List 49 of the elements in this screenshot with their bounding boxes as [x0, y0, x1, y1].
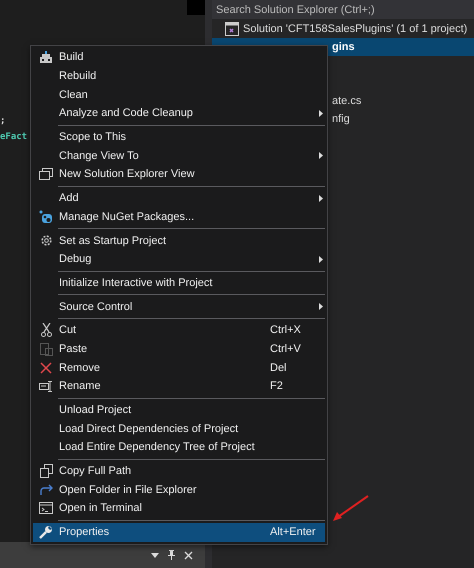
menu-item[interactable]: Unload Project [33, 400, 325, 420]
menu-item[interactable]: Manage NuGet Packages... [33, 208, 325, 226]
code-text: ; [0, 115, 6, 128]
shortcut-text: Del [270, 362, 287, 374]
build-icon [39, 50, 53, 64]
clipboard-icon [40, 342, 52, 356]
gear-icon [40, 234, 52, 248]
pin-icon[interactable] [168, 550, 175, 560]
rename-icon [39, 380, 53, 392]
menu-item[interactable]: Load Entire Dependency Tree of Project [33, 438, 325, 457]
menu-item[interactable]: Copy Full Path [33, 462, 325, 480]
search-field[interactable]: Search Solution Explorer (Ctrl+;) [212, 0, 474, 19]
menu-item[interactable]: Open in Terminal [33, 499, 325, 518]
delete-icon [40, 362, 52, 374]
menu-item[interactable]: Debug [33, 250, 325, 269]
terminal-icon [39, 502, 53, 514]
menu-item[interactable]: Initialize Interactive with Project [33, 274, 325, 292]
menu-item[interactable]: Cut Ctrl+X [33, 320, 325, 340]
menu-item[interactable]: Load Direct Dependencies of Project [33, 419, 325, 438]
menu-item[interactable]: Rename F2 [33, 377, 325, 396]
scissors-icon [40, 323, 52, 338]
copy-icon [40, 464, 52, 478]
dropdown-icon[interactable] [151, 552, 159, 558]
redirect-arrow-icon [39, 484, 53, 496]
shortcut-text: Ctrl+V [270, 342, 301, 355]
menu-item[interactable]: Remove Del [33, 358, 325, 377]
menu-item[interactable]: Scope to This [33, 128, 325, 146]
menu-item[interactable]: Properties Alt+Enter [33, 522, 325, 542]
menu-item[interactable]: Change View To [33, 146, 325, 166]
tree-item[interactable]: Solution 'CFT158SalesPlugins' (1 of 1 project) [212, 19, 474, 38]
menu-item[interactable]: Rebuild [33, 66, 325, 86]
shortcut-text: F2 [270, 380, 283, 392]
menu-item[interactable]: Set as Startup Project [33, 231, 325, 250]
menu-item[interactable]: Analyze and Code Cleanup [33, 104, 325, 123]
close-icon[interactable] [184, 550, 193, 560]
code-text: eFact [0, 131, 28, 144]
menu-item[interactable]: Add [33, 188, 325, 208]
package-icon [39, 210, 53, 224]
shortcut-text: Ctrl+X [270, 324, 301, 336]
windows-icon [39, 168, 53, 180]
menu-item[interactable]: Open Folder in File Explorer [33, 480, 325, 500]
solution-icon [225, 22, 239, 36]
menu-item[interactable]: Paste Ctrl+V [33, 340, 325, 358]
menu-item[interactable]: Source Control [33, 297, 325, 316]
wrench-icon [39, 525, 53, 540]
menu-item[interactable]: New Solution Explorer View [33, 165, 325, 184]
menu-item[interactable]: Clean [33, 85, 325, 104]
shortcut-text: Alt+Enter [270, 526, 316, 538]
pointer-arrow [332, 495, 370, 523]
